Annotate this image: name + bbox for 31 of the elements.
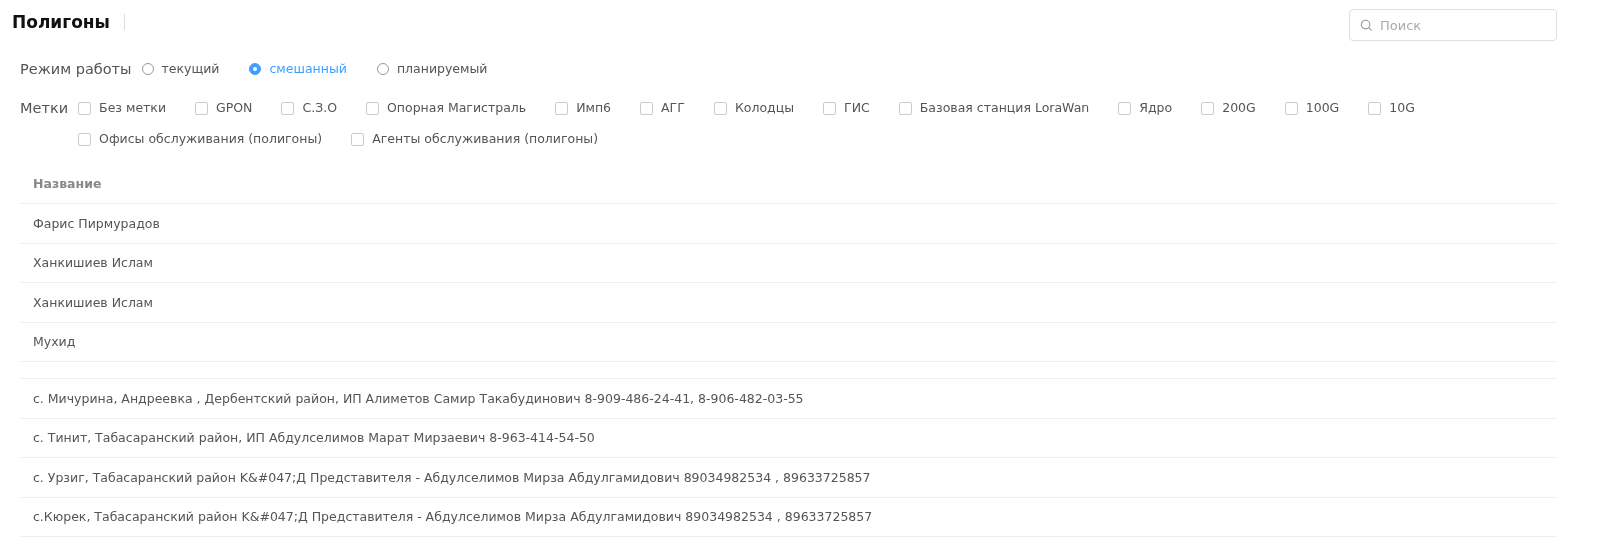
tag-checkbox[interactable]: Имп6 bbox=[555, 98, 612, 118]
tag-checkbox[interactable]: 10G bbox=[1368, 98, 1415, 118]
tag-checkbox[interactable]: Базовая станция LoraWan bbox=[898, 98, 1090, 118]
tag-checkbox[interactable]: Без метки bbox=[78, 98, 167, 118]
table-cell: Мухид bbox=[33, 334, 76, 350]
tag-checkbox[interactable]: С.З.О bbox=[281, 98, 337, 118]
table-cell: с. Тинит, Табасаранский район, ИП Абдулселимов Марат Мирзаевич 8-963-414-54-50 bbox=[33, 430, 595, 446]
tag-checkbox[interactable]: 100G bbox=[1284, 98, 1340, 118]
tag-checkbox[interactable]: Опорная Магистраль bbox=[366, 98, 527, 118]
tag-checkbox[interactable]: Агенты обслуживания (полигоны) bbox=[351, 129, 599, 149]
tag-checkbox[interactable]: Офисы обслуживания (полигоны) bbox=[78, 129, 323, 149]
table-cell: с. Урзиг, Табасаранский район K&#047;Д Представителя - Абдулселимов Мирза Абдулгамидович 89034982534 , 89633725857 bbox=[33, 469, 871, 485]
mode-radio[interactable]: планируемый bbox=[376, 59, 488, 79]
tags-label: Метки bbox=[20, 99, 69, 118]
search-field[interactable]: Поиск bbox=[1349, 9, 1557, 41]
mode-label: Режим работы bbox=[20, 60, 132, 79]
tag-checkbox[interactable]: 200G bbox=[1201, 98, 1256, 118]
tag-checkbox[interactable]: Ядро bbox=[1118, 98, 1173, 118]
search-icon bbox=[1360, 19, 1373, 32]
mode-radio[interactable]: текущий bbox=[141, 59, 220, 79]
table-cell: с.Кюрек, Табасаранский район K&#047;Д Представителя - Абдулселимов Мирза Абдулгамидович 89034982534 , 89633725857 bbox=[33, 509, 873, 525]
page-title: Полигоны bbox=[12, 12, 110, 32]
tag-checkbox[interactable]: Колодцы bbox=[713, 98, 795, 118]
column-header: Название bbox=[33, 175, 102, 191]
tag-checkbox[interactable]: GPON bbox=[195, 98, 253, 118]
table-cell: Фарис Пирмурадов bbox=[33, 215, 160, 231]
table-cell: Ханкишиев Ислам bbox=[33, 294, 153, 310]
table-cell: Ханкишиев Ислам bbox=[33, 255, 153, 271]
table-cell: с. Мичурина, Андреевка , Дербентский район, ИП Алиметов Самир Такабудинович 8-909-486-24-41, 8-906-482-03-55 bbox=[33, 390, 804, 406]
tag-checkbox[interactable]: АГГ bbox=[640, 98, 685, 118]
tag-checkbox[interactable]: ГИС bbox=[823, 98, 870, 118]
